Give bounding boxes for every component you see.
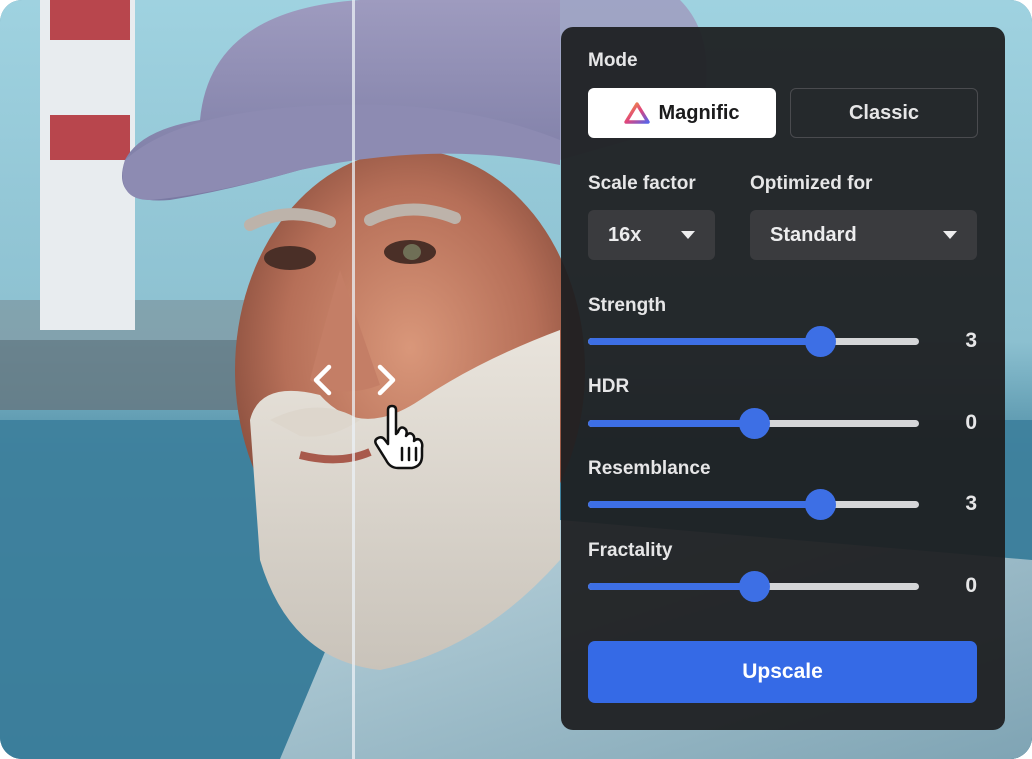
strength-slider-fill <box>588 338 820 345</box>
hdr-slider-thumb[interactable] <box>738 408 770 439</box>
strength-slider[interactable] <box>588 326 919 357</box>
magnific-logo-icon <box>624 102 651 124</box>
optimized-for-value: Standard <box>770 223 857 246</box>
upscale-button[interactable]: Upscale <box>588 641 977 703</box>
hdr-value: 0 <box>965 411 977 434</box>
fractality-value: 0 <box>965 574 977 597</box>
mode-magnific-label: Magnific <box>658 101 740 124</box>
hdr-slider-fill <box>588 420 754 427</box>
strength-slider-thumb[interactable] <box>804 326 836 357</box>
optimized-for-label: Optimized for <box>750 173 873 194</box>
caret-down-icon <box>943 231 957 239</box>
fractality-slider-fill <box>588 583 754 590</box>
optimized-for-select[interactable]: Standard <box>750 210 977 260</box>
fractality-label: Fractality <box>588 540 673 561</box>
upscale-button-label: Upscale <box>742 660 823 683</box>
chevron-right-icon[interactable] <box>372 362 400 398</box>
mode-label: Mode <box>588 50 638 71</box>
resemblance-label: Resemblance <box>588 458 711 479</box>
hand-pointer-icon <box>374 404 424 470</box>
mode-classic-label: Classic <box>848 101 920 124</box>
scale-factor-value: 16x <box>608 223 642 246</box>
resemblance-slider[interactable] <box>588 489 919 520</box>
hdr-label: HDR <box>588 376 630 397</box>
scale-factor-label: Scale factor <box>588 173 696 194</box>
resemblance-slider-fill <box>588 501 820 508</box>
chevron-left-icon[interactable] <box>309 362 337 398</box>
caret-down-icon <box>681 231 695 239</box>
strength-label: Strength <box>588 295 667 316</box>
mode-classic-button[interactable]: Classic <box>790 88 978 138</box>
compare-divider-handle[interactable] <box>352 0 355 759</box>
strength-value: 3 <box>965 329 977 352</box>
resemblance-slider-thumb[interactable] <box>804 489 836 520</box>
hdr-slider[interactable] <box>588 408 919 439</box>
upscale-settings-panel: Mode Magnific Classic Scale factor Optim… <box>561 27 1005 730</box>
scale-factor-select[interactable]: 16x <box>588 210 715 260</box>
mode-magnific-button[interactable]: Magnific <box>588 88 776 138</box>
fractality-slider[interactable] <box>588 571 919 602</box>
fractality-slider-thumb[interactable] <box>738 571 770 602</box>
resemblance-value: 3 <box>965 492 977 515</box>
upscaler-preview: Mode Magnific Classic Scale factor Optim… <box>0 0 1032 759</box>
